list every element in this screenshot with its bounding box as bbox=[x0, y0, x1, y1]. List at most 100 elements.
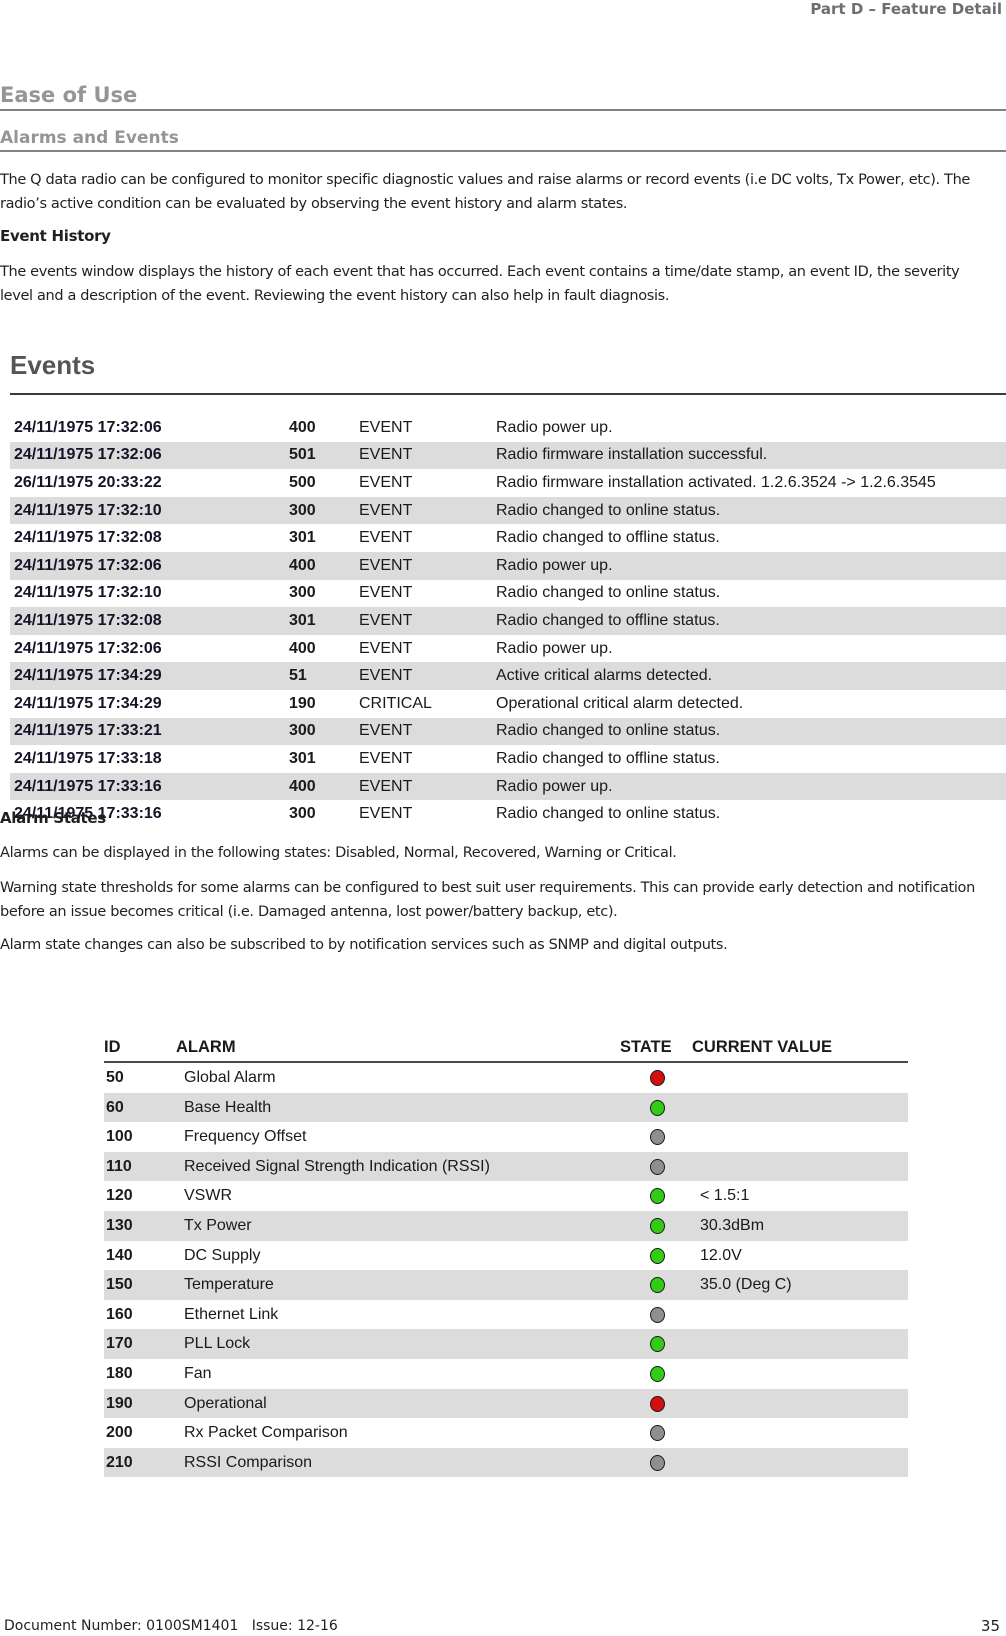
event-row: 24/11/1975 17:32:06 400 EVENT Radio power u… bbox=[10, 414, 1006, 442]
events-table: 24/11/1975 17:32:06 400 EVENT Radio power u… bbox=[10, 414, 1006, 828]
alarm-current-value: < 1.5:1 bbox=[700, 1187, 750, 1205]
alarm-id: 170 bbox=[106, 1335, 133, 1353]
event-description: Radio power up. bbox=[496, 556, 613, 574]
event-date: 24/11/1975 17:32:08 bbox=[14, 529, 162, 547]
event-row: 24/11/1975 17:32:10 300 EVENT Radio changed… bbox=[10, 496, 1006, 525]
status-disabled-icon bbox=[650, 1129, 665, 1146]
alarm-row: 200 Rx Packet Comparison bbox=[104, 1418, 908, 1448]
event-description: Radio changed to offline status. bbox=[496, 611, 720, 629]
alarm-id: 120 bbox=[106, 1187, 133, 1205]
alarm-name: Received Signal Strength Indication (RSS… bbox=[184, 1157, 490, 1175]
event-id: 400 bbox=[289, 556, 316, 574]
alarm-id: 140 bbox=[106, 1246, 133, 1264]
alarm-id: 200 bbox=[106, 1424, 133, 1442]
alarm-name: DC Supply bbox=[184, 1246, 261, 1264]
event-row: 24/11/1975 17:32:08 301 EVENT Radio changed… bbox=[10, 524, 1006, 552]
event-description: Active critical alarms detected. bbox=[496, 667, 713, 685]
event-id: 301 bbox=[289, 749, 316, 767]
header-current-value: CURRENT VALUE bbox=[692, 1038, 832, 1056]
event-row: 24/11/1975 17:33:16 400 EVENT Radio power u… bbox=[10, 772, 1006, 801]
alarm-name: Ethernet Link bbox=[184, 1305, 279, 1323]
status-disabled-icon bbox=[650, 1454, 665, 1471]
event-description: Radio power up. bbox=[496, 639, 613, 657]
intro-paragraph: The Q data radio can be configured to mo… bbox=[0, 172, 970, 212]
event-description: Radio changed to online status. bbox=[496, 805, 721, 823]
event-date: 24/11/1975 17:32:10 bbox=[14, 501, 162, 519]
alarm-id: 60 bbox=[106, 1098, 124, 1116]
event-id: 51 bbox=[289, 667, 307, 685]
event-description: Radio power up. bbox=[496, 777, 613, 795]
alarm-id: 150 bbox=[106, 1276, 133, 1294]
event-severity: EVENT bbox=[359, 584, 413, 602]
event-date: 24/11/1975 17:32:10 bbox=[14, 584, 162, 602]
event-severity: EVENT bbox=[359, 501, 413, 519]
header-state: STATE bbox=[620, 1038, 672, 1056]
alarm-row: 150 Temperature 35.0 (Deg C) bbox=[104, 1270, 908, 1300]
event-severity: EVENT bbox=[359, 556, 413, 574]
event-date: 24/11/1975 17:33:16 bbox=[14, 777, 162, 795]
alarm-row: 160 Ethernet Link bbox=[104, 1300, 908, 1330]
alarm-current-value: 35.0 (Deg C) bbox=[700, 1276, 792, 1294]
event-description: Radio changed to offline status. bbox=[496, 749, 720, 767]
alarm-row: 120 VSWR < 1.5:1 bbox=[104, 1181, 908, 1211]
alarm-states-paragraph-1: Alarms can be displayed in the following… bbox=[0, 845, 677, 861]
alarm-row: 180 Fan bbox=[104, 1359, 908, 1389]
alarm-table-header: ID ALARM STATE CURRENT VALUE bbox=[104, 1035, 908, 1063]
event-description: Radio changed to online status. bbox=[496, 584, 721, 602]
event-severity: EVENT bbox=[359, 722, 413, 740]
event-id: 501 bbox=[289, 446, 316, 464]
event-severity: EVENT bbox=[359, 667, 413, 685]
status-critical-icon bbox=[650, 1070, 665, 1086]
event-row: 24/11/1975 17:33:21 300 EVENT Radio changed… bbox=[10, 717, 1006, 746]
event-row: 24/11/1975 17:32:08 301 EVENT Radio changed… bbox=[10, 607, 1006, 635]
section-title: Ease of Use bbox=[0, 82, 1006, 111]
alarm-states-heading: Alarm States bbox=[0, 809, 106, 827]
status-normal-icon bbox=[650, 1099, 665, 1116]
status-critical-icon bbox=[650, 1395, 665, 1412]
status-normal-icon bbox=[650, 1365, 665, 1382]
alarm-name: Global Alarm bbox=[184, 1069, 276, 1086]
alarm-id: 190 bbox=[106, 1394, 133, 1412]
section-subtitle: Alarms and Events bbox=[0, 127, 1006, 152]
event-row: 24/11/1975 17:32:10 300 EVENT Radio changed… bbox=[10, 580, 1006, 608]
alarm-id: 50 bbox=[106, 1069, 124, 1086]
alarm-name: Temperature bbox=[184, 1276, 274, 1294]
event-severity: EVENT bbox=[359, 446, 413, 464]
events-divider bbox=[10, 393, 1006, 395]
event-date: 24/11/1975 17:34:29 bbox=[14, 694, 162, 712]
event-id: 300 bbox=[289, 501, 316, 519]
event-id: 400 bbox=[289, 418, 316, 436]
status-normal-icon bbox=[650, 1247, 665, 1264]
event-description: Radio power up. bbox=[496, 418, 613, 436]
event-id: 301 bbox=[289, 611, 316, 629]
event-date: 26/11/1975 20:33:22 bbox=[14, 473, 162, 491]
alarm-name: PLL Lock bbox=[184, 1335, 251, 1353]
alarm-states-paragraph-3: Alarm state changes can also be subscrib… bbox=[0, 937, 728, 953]
event-id: 500 bbox=[289, 473, 316, 491]
alarm-row: 190 Operational bbox=[104, 1388, 908, 1419]
event-description: Radio changed to online status. bbox=[496, 722, 721, 740]
event-severity: EVENT bbox=[359, 749, 413, 767]
event-date: 24/11/1975 17:32:06 bbox=[14, 446, 162, 464]
alarm-name: Tx Power bbox=[184, 1216, 252, 1234]
event-row: 24/11/1975 17:33:18 301 EVENT Radio changed… bbox=[10, 745, 1006, 773]
alarm-id: 160 bbox=[106, 1305, 133, 1323]
alarm-id: 210 bbox=[106, 1453, 133, 1471]
alarm-id: 130 bbox=[106, 1216, 133, 1234]
event-row: 26/11/1975 20:33:22 500 EVENT Radio firmwar… bbox=[10, 469, 1006, 497]
alarm-name: VSWR bbox=[184, 1187, 232, 1205]
event-row: 24/11/1975 17:32:06 400 EVENT Radio power u… bbox=[10, 635, 1006, 663]
alarm-row: 140 DC Supply 12.0V bbox=[104, 1241, 908, 1271]
event-description: Operational critical alarm detected. bbox=[496, 694, 744, 712]
event-severity: EVENT bbox=[359, 473, 413, 491]
alarm-name: RSSI Comparison bbox=[184, 1453, 313, 1471]
event-severity: EVENT bbox=[359, 777, 413, 795]
alarm-row: 130 Tx Power 30.3dBm bbox=[104, 1210, 908, 1241]
status-disabled-icon bbox=[650, 1425, 665, 1442]
event-row: 24/11/1975 17:32:06 400 EVENT Radio power u… bbox=[10, 551, 1006, 580]
alarm-row: 60 Base Health bbox=[104, 1092, 908, 1123]
part-header: Part D – Feature Detail bbox=[810, 0, 1002, 18]
event-id: 300 bbox=[289, 722, 316, 740]
event-severity: EVENT bbox=[359, 418, 413, 436]
alarm-id: 110 bbox=[106, 1157, 132, 1175]
